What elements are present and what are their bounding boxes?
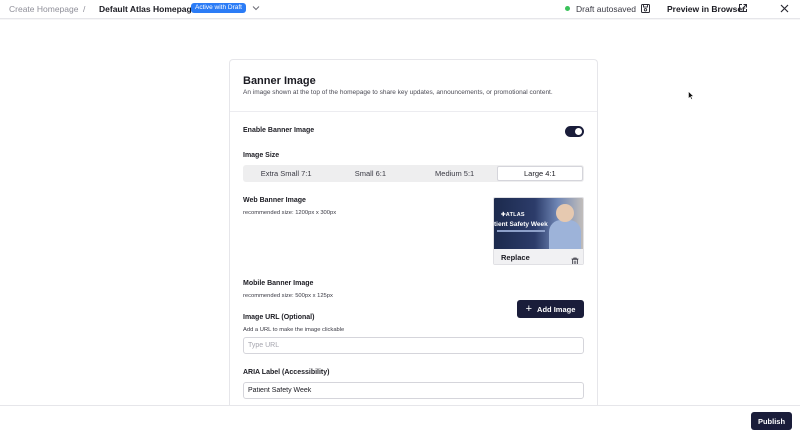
breadcrumb-current-page: Default Atlas Homepage bbox=[99, 4, 197, 14]
card-title: Banner Image bbox=[243, 75, 316, 87]
mobile-banner-hint: recommended size: 500px x 125px bbox=[243, 293, 333, 299]
photo-figure-body bbox=[549, 220, 581, 249]
image-size-selector: Extra Small 7:1 Small 6:1 Medium 5:1 Lar… bbox=[243, 165, 584, 182]
size-option-small[interactable]: Small 6:1 bbox=[328, 166, 412, 181]
breadcrumb-create-homepage[interactable]: Create Homepage bbox=[9, 4, 78, 14]
publish-button[interactable]: Publish bbox=[751, 412, 792, 430]
banner-subline bbox=[497, 230, 545, 232]
image-size-label: Image Size bbox=[243, 152, 280, 159]
web-banner-hint: recommended size: 1200px x 300px bbox=[243, 210, 337, 216]
add-image-button[interactable]: + Add Image bbox=[517, 300, 584, 318]
card-description: An image shown at the top of the homepag… bbox=[243, 89, 553, 96]
save-icon[interactable] bbox=[640, 3, 651, 14]
banner-image-card: Banner Image An image shown at the top o… bbox=[229, 59, 598, 419]
replace-button[interactable]: Replace bbox=[501, 253, 530, 262]
add-image-label: Add Image bbox=[537, 304, 576, 314]
autosave-status: Draft autosaved bbox=[576, 4, 637, 14]
close-icon[interactable] bbox=[779, 3, 790, 14]
image-url-hint: Add a URL to make the image clickable bbox=[243, 327, 345, 333]
web-banner-label: Web Banner Image bbox=[243, 197, 306, 204]
footer-bar: Publish bbox=[0, 405, 800, 433]
enable-banner-toggle[interactable] bbox=[565, 126, 584, 137]
image-url-input[interactable] bbox=[243, 337, 584, 354]
size-option-medium[interactable]: Medium 5:1 bbox=[413, 166, 497, 181]
size-option-large[interactable]: Large 4:1 bbox=[496, 166, 583, 181]
banner-headline: tient Safety Week bbox=[494, 221, 548, 228]
toggle-knob bbox=[575, 128, 582, 135]
main-content: Banner Image An image shown at the top o… bbox=[0, 20, 800, 419]
status-badge: Active with Draft bbox=[191, 3, 246, 13]
chevron-down-icon[interactable] bbox=[251, 2, 261, 14]
top-bar: Create Homepage / Default Atlas Homepage… bbox=[0, 0, 800, 19]
card-header: Banner Image An image shown at the top o… bbox=[230, 60, 597, 112]
plus-icon: + bbox=[525, 303, 533, 315]
trash-icon[interactable] bbox=[571, 253, 579, 264]
aria-label-input[interactable] bbox=[243, 382, 584, 399]
mouse-cursor-icon bbox=[688, 91, 694, 100]
external-link-icon[interactable] bbox=[738, 3, 748, 13]
aria-label-label: ARIA Label (Accessibility) bbox=[243, 369, 330, 376]
banner-preview-image: ✚ATLAS tient Safety Week bbox=[494, 198, 583, 249]
size-option-extra-small[interactable]: Extra Small 7:1 bbox=[244, 166, 328, 181]
preview-in-browser-button[interactable]: Preview in Browser bbox=[667, 4, 745, 14]
web-banner-thumbnail: ✚ATLAS tient Safety Week Replace bbox=[493, 197, 584, 265]
thumbnail-actions: Replace bbox=[494, 249, 583, 264]
atlas-logo: ✚ATLAS bbox=[501, 212, 525, 218]
breadcrumb-separator: / bbox=[83, 4, 86, 14]
autosave-status-dot bbox=[565, 6, 570, 11]
mobile-banner-label: Mobile Banner Image bbox=[243, 280, 314, 287]
photo-figure-head bbox=[556, 204, 574, 222]
image-url-label: Image URL (Optional) bbox=[243, 314, 315, 321]
enable-banner-label: Enable Banner Image bbox=[243, 127, 315, 134]
